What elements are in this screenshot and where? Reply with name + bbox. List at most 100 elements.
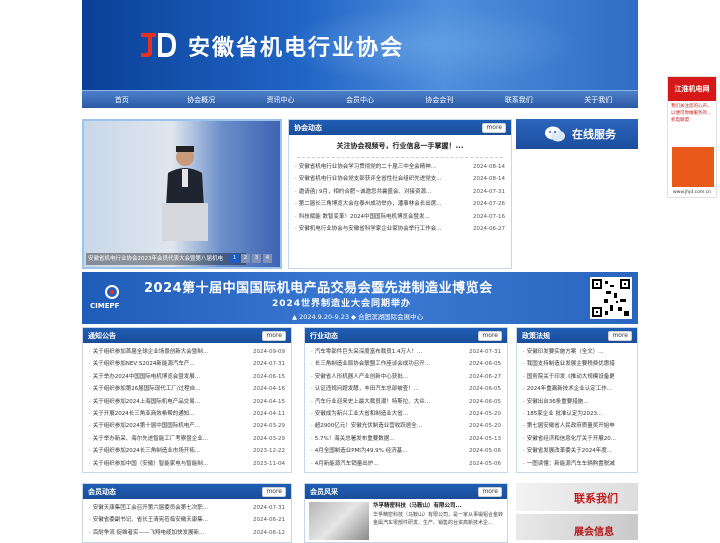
list-item-title[interactable]: 关于举办2024中国国际电机博览会暨发展... — [89, 371, 200, 383]
list-item[interactable]: 安徽省经济和信息化厅关于开展20... — [523, 433, 631, 445]
list-item[interactable]: 一图读懂：新能源汽车车辆购置税减 — [523, 458, 631, 470]
list-item-title[interactable]: 4月全国制造业PMI为49.9% 经济基... — [311, 445, 408, 457]
list-item-title[interactable]: 国务院关于印发《推动大规模设备更 — [523, 371, 615, 383]
list-item[interactable]: 安徽成为新兴工业大省和制造业大省... 2024-05-20 — [311, 408, 501, 420]
slide-dot[interactable]: 4 — [263, 254, 272, 263]
list-item-title[interactable]: 超2900亿元！安徽光伏制造业营收跃居全... — [311, 420, 422, 432]
list-item-title[interactable]: 长三角制造业局协会联盟工作座谈会成功召开... — [311, 358, 430, 370]
expo-banner[interactable]: CIMEPF 2024第十届中国国际机电产品交易会暨先进制造业博览会 2024世… — [82, 272, 638, 324]
list-item-title[interactable]: 安徽省委副书记、省长王清宪莅临安徽天康集... — [89, 514, 208, 526]
headline-link[interactable]: 关注协会视频号，行业信息一手掌握！... — [297, 135, 503, 158]
list-item[interactable]: 关于组织参加第26届国际现代工厂/过程自... 2024-04-16 — [89, 383, 285, 395]
list-item-title[interactable]: 关于组织参加2024上海国际机电产品交易... — [89, 396, 200, 408]
list-item[interactable]: 长三角制造业局协会联盟工作座谈会成功召开... 2024-06-05 — [311, 358, 501, 370]
list-item-title[interactable]: 安徽省人形机器人产业创新中心获批... — [311, 371, 408, 383]
list-item[interactable]: 安徽省机电行业协会党支部获评全省性社会组织先进党支... 2024-08-14 — [295, 173, 505, 185]
slide-dot[interactable]: 1 — [230, 254, 239, 263]
online-service-button[interactable]: 在线服务 — [516, 119, 638, 149]
nav-news[interactable]: 资讯中心 — [241, 91, 320, 108]
list-item[interactable]: 关于组织参加NEV S2024新能源汽车产... 2024-07-31 — [89, 358, 285, 370]
list-item-title[interactable]: 关于开展2024长三角亚商效希帮的通知... — [89, 408, 195, 420]
list-item[interactable]: 邀请函| 9月，相约合肥~诚邀您共襄盛会、对接资源... 2024-07-31 — [295, 186, 505, 198]
nav-members[interactable]: 会员中心 — [320, 91, 399, 108]
list-item[interactable]: 关于开展2024长三角亚商效希帮的通知... 2024-04-11 — [89, 408, 285, 420]
list-item-title[interactable]: 关于组织参加2024第十届中国国际机电产... — [89, 420, 200, 432]
contact-us-image[interactable]: 联系我们 — [516, 483, 638, 511]
list-item-title[interactable]: 一图读懂：新能源汽车车辆购置税减 — [523, 458, 615, 470]
list-item-title[interactable]: 关于组织参加2024长三角制造业市场开拓... — [89, 445, 200, 457]
list-item[interactable]: 安徽印发要实施方案（全文）... — [523, 346, 631, 358]
list-item-title[interactable]: 百耐争流 促维者实——飞翔电缆加快发展新... — [89, 527, 205, 539]
list-item-title[interactable]: 认证违规问题发酵，丰田汽车总部被查！... — [311, 383, 419, 395]
list-item-title[interactable]: 汽车行业迎来史上最大裁员潮！特斯拉、大众... — [311, 396, 430, 408]
company-photo[interactable] — [309, 502, 369, 540]
list-item[interactable]: 关于组织参加中国（安徽）智能家电与智能制... 2023-11-04 — [89, 458, 285, 470]
list-item[interactable]: 安徽天康集团工会召开第六届委员会第七次职... 2024-07-31 — [89, 502, 285, 514]
list-item[interactable]: 关于举办2024中国国际电机博览会暨发展... 2024-06-15 — [89, 371, 285, 383]
nav-home[interactable]: 首页 — [82, 91, 161, 108]
list-item[interactable]: 科技赋能 数智变革！2024中国国际电机博览会暨发... 2024-07-16 — [295, 211, 505, 223]
more-button[interactable]: more — [262, 486, 286, 497]
list-item-title[interactable]: 关于组织参加首届全球企业场景创新大会暨制... — [89, 346, 208, 358]
more-button[interactable]: more — [482, 122, 506, 133]
list-item[interactable]: 关于组织参加首届全球企业场景创新大会暨制... 2024-09-09 — [89, 346, 285, 358]
list-item-title[interactable]: 185家企业 批准认定为2023... — [523, 408, 603, 420]
list-item-title[interactable]: 关于举办新采、海尔先进智能工厂考察暨企业... — [89, 433, 208, 445]
list-item-title[interactable]: 关于组织参加中国（安徽）智能家电与智能制... — [89, 458, 208, 470]
list-item-title[interactable]: 安徽印发要实施方案（全文）... — [523, 346, 604, 358]
list-item-title[interactable]: 4月新能源汽车销量出炉... — [311, 458, 379, 470]
list-item-title[interactable]: 安徽省发展改革委关于2024年度... — [523, 445, 612, 457]
list-item-title[interactable]: 安徽成为新兴工业大省和制造业大省... — [311, 408, 408, 420]
expo-info-image[interactable]: 展会信息 — [516, 514, 638, 540]
list-item-title[interactable]: 关于组织参加第26届国际现代工厂/过程自... — [89, 383, 201, 395]
list-item-title[interactable]: 汽车零部件巨头采深度富布裁员1.4万人！... — [311, 346, 423, 358]
news-slideshow[interactable]: 安徽省机电行业协会2023年会员代表大会暨第八届机电 1 2 3 4 — [82, 119, 282, 269]
list-item[interactable]: 关于组织参加2024第十届中国国际机电产... 2024-03-29 — [89, 420, 285, 432]
list-item[interactable]: 安徽省机电行业协会学习贯彻党的二十届三中全会精神... 2024-08-14 — [295, 161, 505, 173]
list-item[interactable]: 超2900亿元！安徽光伏制造业营收跃居全... 2024-05-20 — [311, 420, 501, 432]
list-item-title[interactable]: 安徽省机电行业协会学习贯彻党的二十届三中全会精神... — [295, 161, 436, 173]
nav-contact[interactable]: 联系我们 — [479, 91, 558, 108]
list-item[interactable]: 2024年重离新技术企业认定工作... — [523, 383, 631, 395]
list-item[interactable]: 4月新能源汽车销量出炉... 2024-05-06 — [311, 458, 501, 470]
list-item-title[interactable]: 安徽天康集团工会召开第六届委员会第七次职... — [89, 502, 208, 514]
list-item[interactable]: 安徽出台36条重要措施... — [523, 396, 631, 408]
list-item[interactable]: 第二届长三角博览大会在泰州成功举办，潘事林会长出席... 2024-07-26 — [295, 198, 505, 210]
list-item-title[interactable]: 邀请函| 9月，相约合肥~诚邀您共襄盛会、对接资源... — [295, 186, 431, 198]
list-item[interactable]: 4月全国制造业PMI为49.9% 经济基... 2024-05-06 — [311, 445, 501, 457]
nav-aboutus[interactable]: 关于我们 — [559, 91, 638, 108]
list-item-title[interactable]: 安徽出台36条重要措施... — [523, 396, 589, 408]
list-item[interactable]: 关于举办新采、海尔先进智能工厂考察暨企业... 2024-03-29 — [89, 433, 285, 445]
more-button[interactable]: more — [478, 330, 502, 341]
list-item-title[interactable]: 科技赋能 数智变革！2024中国国际电机博览会暨发... — [295, 211, 430, 223]
list-item[interactable]: 安徽省发展改革委关于2024年度... — [523, 445, 631, 457]
list-item-title[interactable]: 安徽机电行业协会与安徽省科学家企业家协会举行工作会... — [295, 223, 442, 235]
side-advertisement[interactable]: 江淮机电网 我们关注您的心声，以便可你做服务的...机电联盟 www.jhjd.… — [667, 76, 717, 198]
nav-about[interactable]: 协会概况 — [161, 91, 240, 108]
slide-dot[interactable]: 2 — [241, 254, 250, 263]
list-item[interactable]: 百耐争流 促维者实——飞翔电缆加快发展新... 2024-06-12 — [89, 527, 285, 539]
list-item[interactable]: 安徽机电行业协会与安徽省科学家企业家协会举行工作会... 2024-06-27 — [295, 223, 505, 235]
list-item[interactable]: 国务院关于印发《推动大规模设备更 — [523, 371, 631, 383]
slide-dot[interactable]: 3 — [252, 254, 261, 263]
list-item[interactable]: 汽车零部件巨头采深度富布裁员1.4万人！... 2024-07-31 — [311, 346, 501, 358]
list-item-title[interactable]: 第二届长三角博览大会在泰州成功举办，潘事林会长出席... — [295, 198, 442, 210]
list-item[interactable]: 认证违规问题发酵，丰田汽车总部被查！... 2024-06-05 — [311, 383, 501, 395]
list-item[interactable]: 关于组织参加2024长三角制造业市场开拓... 2023-12-22 — [89, 445, 285, 457]
list-item-title[interactable]: 第七届安徽省人民政府质量奖开始申 — [523, 420, 615, 432]
association-logo[interactable] — [138, 29, 178, 61]
list-item[interactable]: 185家企业 批准认定为2023... — [523, 408, 631, 420]
list-item-title[interactable]: 2024年重离新技术企业认定工作... — [523, 383, 612, 395]
list-item-title[interactable]: 我国支持制造业发展主要税费优惠措 — [523, 358, 615, 370]
list-item-title[interactable]: 安徽省机电行业协会党支部获评全省性社会组织先进党支... — [295, 173, 442, 185]
company-name[interactable]: 华孚精密科技（马鞍山）有限公司... — [373, 502, 503, 511]
more-button[interactable]: more — [608, 330, 632, 341]
nav-journal[interactable]: 协会会刊 — [400, 91, 479, 108]
list-item[interactable]: 5.7%！海关总署发布重要数据... 2024-05-13 — [311, 433, 501, 445]
list-item-title[interactable]: 关于组织参加NEV S2024新能源汽车产... — [89, 358, 195, 370]
more-button[interactable]: more — [262, 330, 286, 341]
list-item[interactable]: 安徽省人形机器人产业创新中心获批... 2024-06-27 — [311, 371, 501, 383]
list-item[interactable]: 关于组织参加2024上海国际机电产品交易... 2024-04-15 — [89, 396, 285, 408]
list-item[interactable]: 我国支持制造业发展主要税费优惠措 — [523, 358, 631, 370]
list-item-title[interactable]: 安徽省经济和信息化厅关于开展20... — [523, 433, 616, 445]
